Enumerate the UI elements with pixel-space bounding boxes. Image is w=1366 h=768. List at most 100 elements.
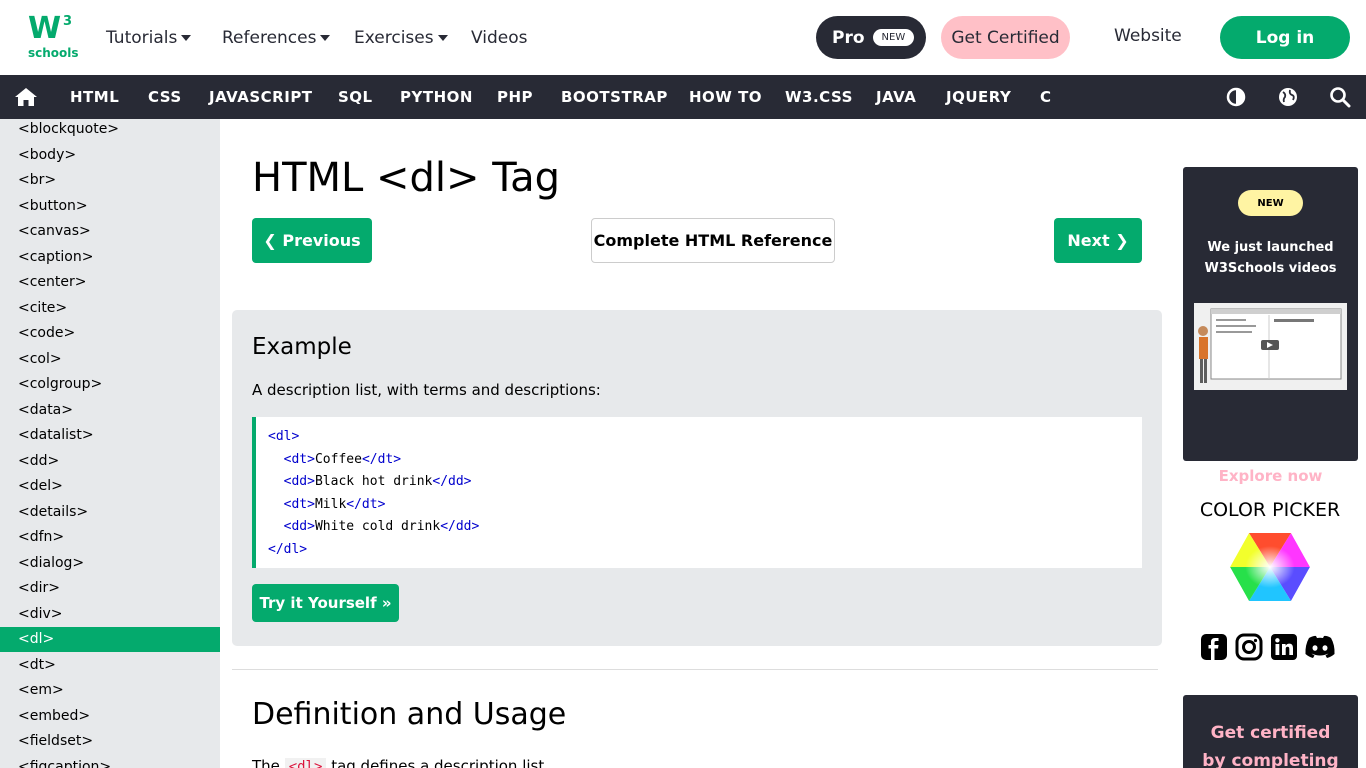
nav-css[interactable]: CSS	[148, 88, 182, 106]
logo-sub: schools	[28, 46, 79, 60]
nav-sql[interactable]: SQL	[338, 88, 373, 106]
nav-howto[interactable]: HOW TO	[689, 88, 762, 106]
promo-text: We just launched W3Schools videos	[1183, 237, 1358, 279]
complete-reference-button[interactable]: Complete HTML Reference	[591, 218, 835, 263]
sidebar-item-body[interactable]: <body>	[0, 143, 220, 168]
sidebar-item-blockquote[interactable]: <blockquote>	[0, 119, 220, 142]
divider	[232, 669, 1158, 670]
caret-down-icon	[320, 35, 331, 41]
example-description: A description list, with terms and descr…	[252, 381, 601, 399]
promo-line-2: W3Schools videos	[1204, 261, 1337, 276]
sidebar-item-colgroup[interactable]: <colgroup>	[0, 372, 220, 397]
code-line: <dl>	[268, 429, 300, 444]
sidebar-item-figcaption[interactable]: <figcaption>	[0, 755, 220, 768]
sidebar-item-data[interactable]: <data>	[0, 398, 220, 423]
new-badge: NEW	[1238, 190, 1303, 216]
sidebar-item-dialog[interactable]: <dialog>	[0, 551, 220, 576]
pro-button[interactable]: Pro NEW	[816, 16, 926, 59]
linkedin-icon[interactable]	[1270, 633, 1298, 661]
home-icon[interactable]	[14, 87, 38, 107]
sidebar-item-code[interactable]: <code>	[0, 321, 220, 346]
references-menu[interactable]: References	[222, 26, 331, 50]
sidebar-item-dt[interactable]: <dt>	[0, 653, 220, 678]
page-title: HTML <dl> Tag	[252, 155, 560, 201]
color-picker-title: COLOR PICKER	[1199, 499, 1341, 521]
contrast-icon[interactable]	[1225, 86, 1247, 108]
new-badge: NEW	[872, 29, 915, 46]
discord-icon[interactable]	[1303, 633, 1337, 661]
sidebar-item-dd[interactable]: <dd>	[0, 449, 220, 474]
inline-code: <dl>	[284, 758, 327, 768]
sidebar-item-canvas[interactable]: <canvas>	[0, 219, 220, 244]
sidebar: <blockquote> <body> <br> <button> <canva…	[0, 119, 220, 768]
sidebar-item-caption[interactable]: <caption>	[0, 245, 220, 270]
tutorials-menu[interactable]: Tutorials	[106, 26, 192, 50]
next-button[interactable]: Next ❯	[1054, 218, 1142, 263]
definition-text: The <dl> tag defines a description list.	[252, 757, 549, 768]
pro-label: Pro	[832, 27, 865, 48]
nav-php[interactable]: PHP	[497, 88, 533, 106]
topic-navbar: HTML CSS JAVASCRIPT SQL PYTHON PHP BOOTS…	[0, 75, 1366, 119]
explore-now-link[interactable]: Explore now	[1183, 467, 1358, 485]
facebook-icon[interactable]	[1200, 633, 1228, 661]
certification-promo-text: Get certified by completing	[1183, 719, 1358, 768]
sidebar-item-dfn[interactable]: <dfn>	[0, 525, 220, 550]
code-line: <dd>White cold drink</dd>	[283, 519, 480, 534]
sidebar-item-br[interactable]: <br>	[0, 168, 220, 193]
caret-down-icon	[437, 35, 448, 41]
references-label: References	[222, 28, 317, 48]
nav-java[interactable]: JAVA	[876, 88, 916, 106]
website-link[interactable]: Website	[1114, 26, 1182, 46]
nav-jquery[interactable]: JQUERY	[946, 88, 1011, 106]
example-heading: Example	[252, 334, 352, 360]
exercises-menu[interactable]: Exercises	[354, 26, 448, 50]
code-line: <dd>Black hot drink</dd>	[283, 474, 472, 489]
certification-promo-card[interactable]: Get certified by completing	[1183, 695, 1358, 768]
login-button[interactable]: Log in	[1220, 16, 1350, 59]
try-it-yourself-button[interactable]: Try it Yourself »	[252, 584, 399, 622]
search-icon[interactable]	[1329, 86, 1351, 108]
videos-link[interactable]: Videos	[471, 26, 528, 50]
video-promo-card[interactable]: NEW We just launched W3Schools videos Ex…	[1183, 167, 1358, 485]
videos-label: Videos	[471, 28, 528, 48]
nav-w3css[interactable]: W3.CSS	[785, 88, 853, 106]
nav-bootstrap[interactable]: BOOTSTRAP	[561, 88, 668, 106]
exercises-label: Exercises	[354, 28, 434, 48]
code-line: <dt>Milk</dt>	[283, 496, 386, 512]
previous-button[interactable]: ❮ Previous	[252, 218, 372, 263]
logo-main: W	[28, 11, 61, 46]
caret-down-icon	[181, 35, 192, 41]
color-picker-icon[interactable]	[1229, 532, 1311, 602]
sidebar-item-embed[interactable]: <embed>	[0, 704, 220, 729]
code-block: <dl> <dt>Coffee</dt> <dd>Black hot drink…	[252, 417, 1142, 568]
example-box: Example A description list, with terms a…	[232, 310, 1162, 646]
top-header: W 3 schools Tutorials References Exercis…	[0, 0, 1366, 75]
sidebar-item-details[interactable]: <details>	[0, 500, 220, 525]
w3schools-logo[interactable]: W 3 schools	[28, 11, 79, 62]
nav-html[interactable]: HTML	[70, 88, 119, 106]
definition-heading: Definition and Usage	[252, 697, 567, 732]
sidebar-item-del[interactable]: <del>	[0, 474, 220, 499]
nav-javascript[interactable]: JAVASCRIPT	[209, 88, 313, 106]
right-column: NEW We just launched W3Schools videos Ex…	[1174, 119, 1366, 768]
globe-icon[interactable]	[1277, 86, 1299, 108]
sidebar-item-dl[interactable]: <dl>	[0, 627, 220, 652]
code-line: <dt>Coffee</dt>	[283, 451, 402, 467]
get-certified-button[interactable]: Get Certified	[941, 16, 1070, 59]
instagram-icon[interactable]	[1235, 633, 1263, 661]
sidebar-item-center[interactable]: <center>	[0, 270, 220, 295]
sidebar-item-fieldset[interactable]: <fieldset>	[0, 729, 220, 754]
sidebar-item-div[interactable]: <div>	[0, 602, 220, 627]
sidebar-item-cite[interactable]: <cite>	[0, 296, 220, 321]
sidebar-item-datalist[interactable]: <datalist>	[0, 423, 220, 448]
nav-c[interactable]: C	[1040, 88, 1052, 106]
sidebar-item-em[interactable]: <em>	[0, 678, 220, 703]
definition-suffix: tag defines a description list.	[331, 757, 549, 768]
promo2-line-2: by completing	[1202, 751, 1339, 768]
sidebar-item-col[interactable]: <col>	[0, 347, 220, 372]
sidebar-item-dir[interactable]: <dir>	[0, 576, 220, 601]
video-thumbnail-image	[1194, 303, 1347, 390]
sidebar-item-button[interactable]: <button>	[0, 194, 220, 219]
nav-python[interactable]: PYTHON	[400, 88, 473, 106]
promo-line-1: We just launched	[1207, 240, 1334, 255]
